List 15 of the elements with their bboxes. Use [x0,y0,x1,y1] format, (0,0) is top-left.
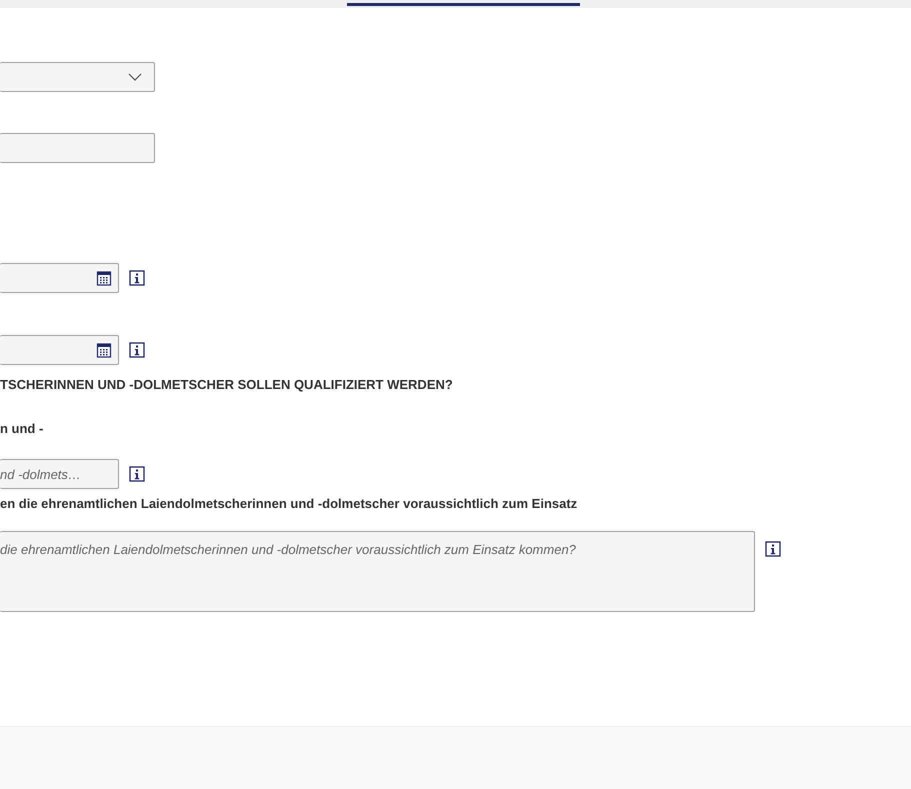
field-label: en die ehrenamtlichen Laiendolmetscherinnen und -dolmetscher voraussichtlich zum Einsatz [0,496,578,512]
section-heading: TSCHERINNEN UND -DOLMETSCHER SOLLEN QUALIFIZIERT WERDEN? [0,377,453,393]
calendar-icon[interactable] [96,342,112,358]
chevron-icon [128,73,142,81]
field-label: n und - [0,421,44,437]
date-field[interactable] [0,335,119,365]
info-icon[interactable] [129,466,145,482]
info-icon[interactable] [129,342,145,358]
calendar-icon[interactable] [96,270,112,286]
text-area[interactable]: die ehrenamtlichen Laiendolmetscherinnen und -dolmetscher voraussichtlich zum Einsatz kommen? [0,531,755,612]
info-icon[interactable] [765,541,781,557]
info-icon[interactable] [129,270,145,286]
input-field[interactable] [0,133,155,163]
date-field[interactable] [0,263,119,293]
input-field[interactable]: nd -dolmets… [0,459,119,489]
